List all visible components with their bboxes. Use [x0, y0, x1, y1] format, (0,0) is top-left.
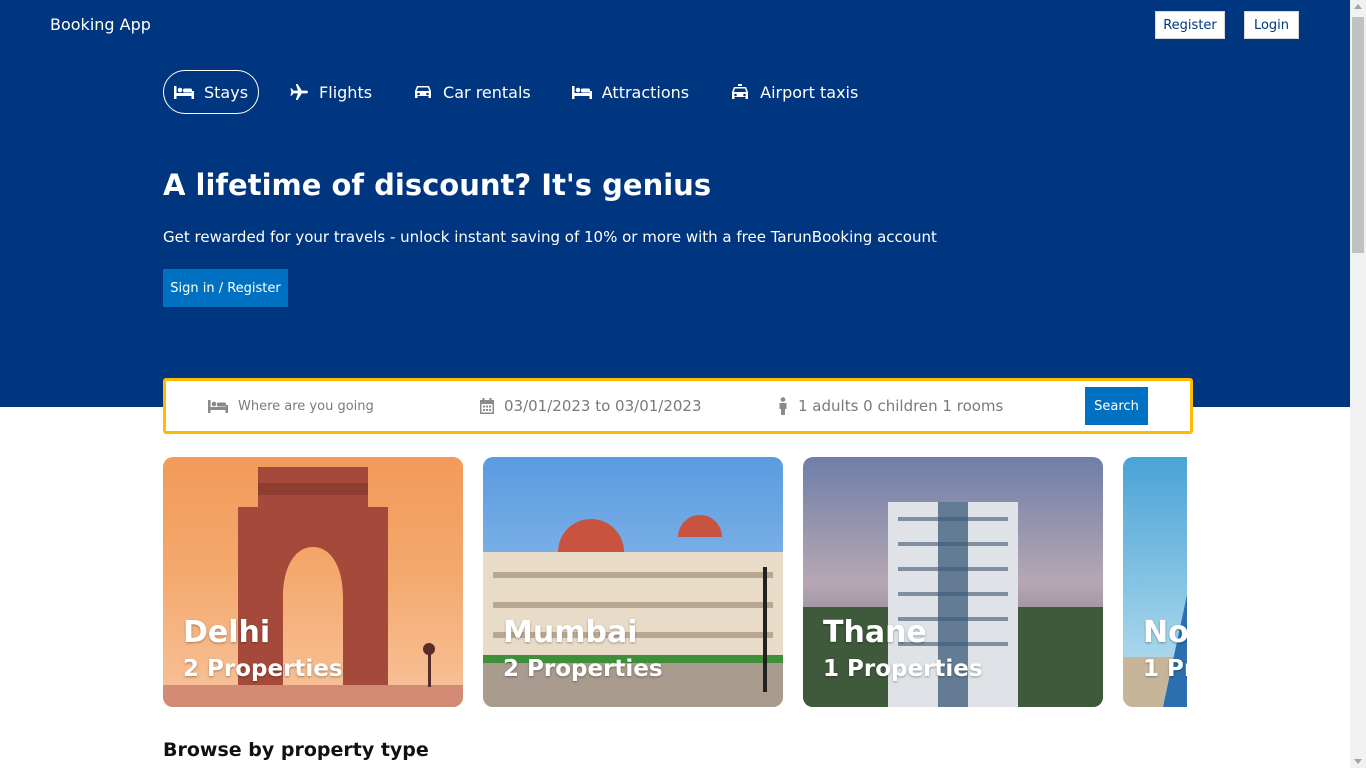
- bed-icon: [208, 400, 228, 413]
- register-button[interactable]: Register: [1155, 11, 1225, 39]
- guest-options-value: 1 adults 0 children 1 rooms: [798, 397, 1004, 415]
- person-icon: [779, 397, 787, 415]
- bed-icon: [174, 86, 194, 99]
- date-range-value: 03/01/2023 to 03/01/2023: [504, 397, 702, 415]
- date-range-field[interactable]: 03/01/2023 to 03/01/2023: [480, 381, 702, 431]
- search-bar: Where are you going 03/01/2023 to 03/01/…: [163, 378, 1193, 434]
- tab-label: Flights: [319, 82, 373, 102]
- city-card-thane[interactable]: Thane 1 Properties: [803, 457, 1103, 707]
- tab-airport-taxis[interactable]: Airport taxis: [719, 70, 869, 114]
- city-properties: 1 Properties: [823, 656, 983, 682]
- city-card-partial[interactable]: No 1 Pr: [1123, 457, 1187, 707]
- login-button[interactable]: Login: [1244, 11, 1299, 39]
- tab-label: Stays: [204, 82, 249, 102]
- brand-logo[interactable]: Booking App: [50, 15, 151, 34]
- tab-car-rentals[interactable]: Car rentals: [402, 70, 542, 114]
- tab-label: Airport taxis: [760, 82, 859, 102]
- car-icon: [415, 86, 432, 98]
- city-card-mumbai[interactable]: Mumbai 2 Properties: [483, 457, 783, 707]
- featured-cities: Delhi 2 Properties Mumbai 2 Properties T…: [163, 457, 1187, 707]
- calendar-icon: [480, 398, 494, 414]
- destination-placeholder: Where are you going: [238, 398, 374, 414]
- city-name: No: [1143, 615, 1187, 650]
- hero-subline: Get rewarded for your travels - unlock i…: [163, 228, 937, 246]
- plane-icon: [290, 84, 309, 100]
- page-scrollbar[interactable]: [1350, 0, 1366, 768]
- tab-attractions[interactable]: Attractions: [561, 70, 700, 114]
- taxi-icon: [732, 84, 749, 99]
- city-name: Delhi: [183, 615, 271, 650]
- city-properties: 2 Properties: [183, 656, 343, 682]
- city-properties: 2 Properties: [503, 656, 663, 682]
- destination-field[interactable]: Where are you going: [208, 381, 374, 431]
- hero-header: Booking App Register Login Stays Flights…: [0, 0, 1350, 407]
- signin-register-button[interactable]: Sign in / Register: [163, 269, 288, 307]
- scroll-up-arrow-icon[interactable]: [1354, 4, 1362, 9]
- tab-label: Attractions: [601, 82, 690, 102]
- guest-options-field[interactable]: 1 adults 0 children 1 rooms: [778, 381, 1003, 431]
- hero-headline: A lifetime of discount? It's genius: [163, 168, 712, 202]
- tab-flights[interactable]: Flights: [278, 70, 383, 114]
- tab-stays[interactable]: Stays: [163, 70, 260, 114]
- scroll-thumb[interactable]: [1352, 17, 1364, 253]
- browse-property-type-title: Browse by property type: [163, 739, 429, 761]
- scroll-down-arrow-icon[interactable]: [1354, 759, 1362, 764]
- tab-label: Car rentals: [443, 82, 531, 102]
- category-tabs: Stays Flights Car rentals Attractions Ai…: [163, 70, 888, 114]
- city-name: Mumbai: [503, 615, 638, 650]
- city-card-delhi[interactable]: Delhi 2 Properties: [163, 457, 463, 707]
- bed-icon: [571, 86, 592, 99]
- city-name: Thane: [823, 615, 927, 650]
- search-button[interactable]: Search: [1085, 387, 1148, 425]
- city-properties: 1 Pr: [1143, 656, 1187, 682]
